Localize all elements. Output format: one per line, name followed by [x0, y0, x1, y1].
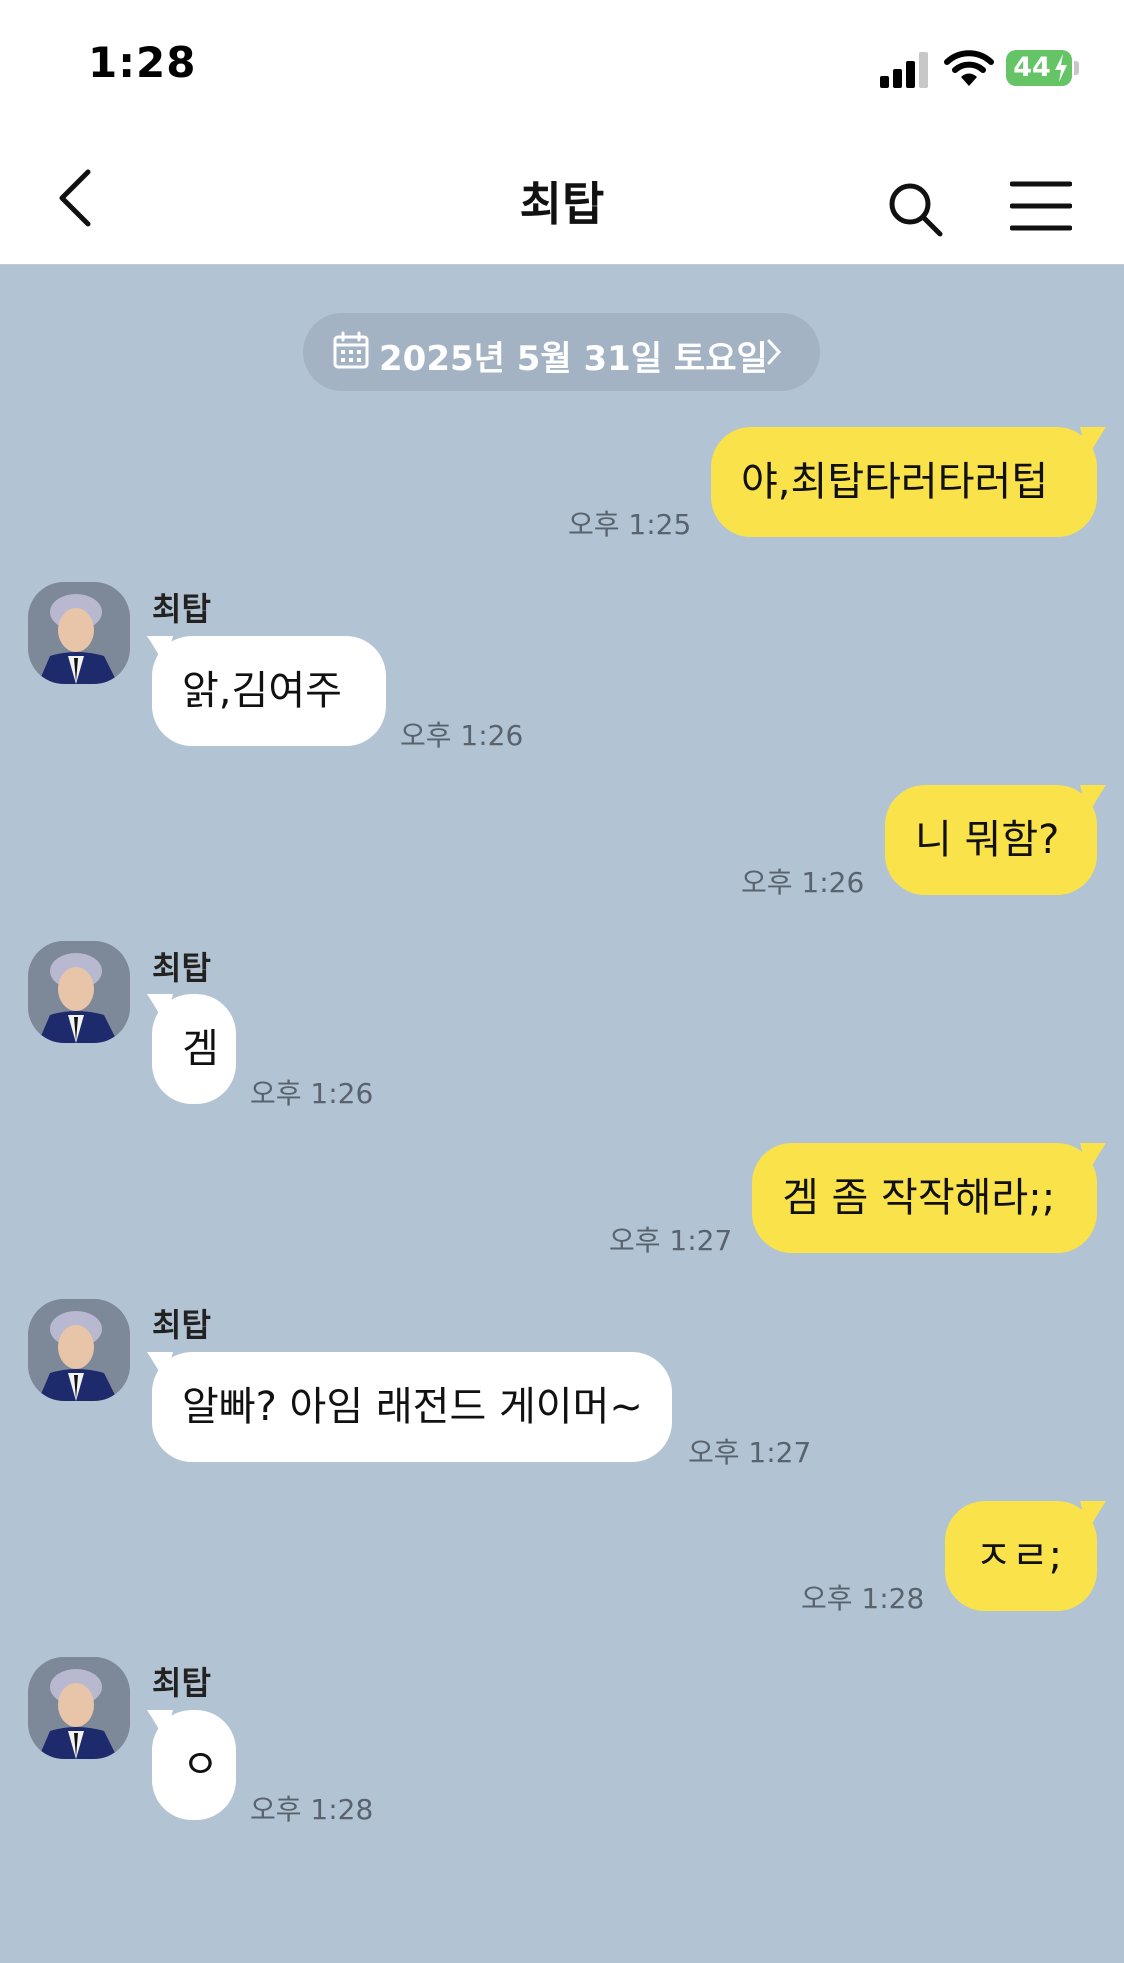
battery-level: 44 — [1013, 52, 1051, 83]
received-message-bubble[interactable]: 알빠? 아임 래전드 게이머~ — [152, 1352, 672, 1462]
cellular-signal-icon — [880, 52, 928, 88]
bubble-tail — [1080, 1501, 1106, 1531]
chevron-right-icon — [767, 339, 782, 365]
sent-message-bubble[interactable]: ㅈㄹ; — [945, 1501, 1097, 1611]
status-bar: 1:28 44 — [0, 0, 1124, 140]
message-timestamp: 오후 1:28 — [250, 1793, 374, 1826]
message-timestamp: 오후 1:28 — [801, 1582, 925, 1615]
received-message-bubble[interactable]: ㅇ — [152, 1710, 236, 1820]
avatar[interactable] — [28, 1657, 130, 1759]
received-message-bubble[interactable]: 겜 — [152, 994, 236, 1104]
profile-photo — [28, 1299, 130, 1401]
sender-name: 최탑 — [152, 590, 211, 628]
date-label: 2025년 5월 31일 토요일 — [379, 339, 768, 379]
bubble-tail — [1080, 1143, 1106, 1173]
message-timestamp: 오후 1:26 — [400, 719, 524, 752]
message-timestamp: 오후 1:25 — [568, 508, 692, 541]
sent-message-bubble[interactable]: 야,최탑타러타러텁 — [711, 427, 1097, 537]
sender-name: 최탑 — [152, 949, 211, 987]
profile-photo — [28, 582, 130, 684]
message-timestamp: 오후 1:27 — [609, 1224, 733, 1257]
avatar[interactable] — [28, 1299, 130, 1401]
battery-icon: 44 — [1006, 50, 1080, 88]
message-timestamp: 오후 1:27 — [688, 1436, 812, 1469]
status-time: 1:28 — [88, 38, 197, 87]
avatar[interactable] — [28, 941, 130, 1043]
message-timestamp: 오후 1:26 — [250, 1077, 374, 1110]
wifi-icon — [944, 50, 994, 86]
profile-photo — [28, 941, 130, 1043]
calendar-icon — [333, 331, 369, 369]
profile-photo — [28, 1657, 130, 1759]
bubble-tail — [1080, 427, 1106, 457]
sender-name: 최탑 — [152, 1306, 211, 1344]
message-timestamp: 오후 1:26 — [741, 866, 865, 899]
sender-name: 최탑 — [152, 1664, 211, 1702]
menu-icon[interactable] — [1010, 180, 1072, 232]
date-chip[interactable]: 2025년 5월 31일 토요일 — [303, 313, 820, 391]
bubble-tail — [1080, 785, 1106, 815]
chat-header: 최탑 — [0, 140, 1124, 265]
charging-bolt-icon — [1055, 54, 1067, 82]
sent-message-bubble[interactable]: 겜 좀 작작해라;; — [752, 1143, 1097, 1253]
search-icon[interactable] — [886, 180, 946, 240]
sent-message-bubble[interactable]: 니 뭐함? — [885, 785, 1097, 895]
avatar[interactable] — [28, 582, 130, 684]
received-message-bubble[interactable]: 앍,김여주 — [152, 636, 386, 746]
chat-title: 최탑 — [519, 177, 605, 231]
